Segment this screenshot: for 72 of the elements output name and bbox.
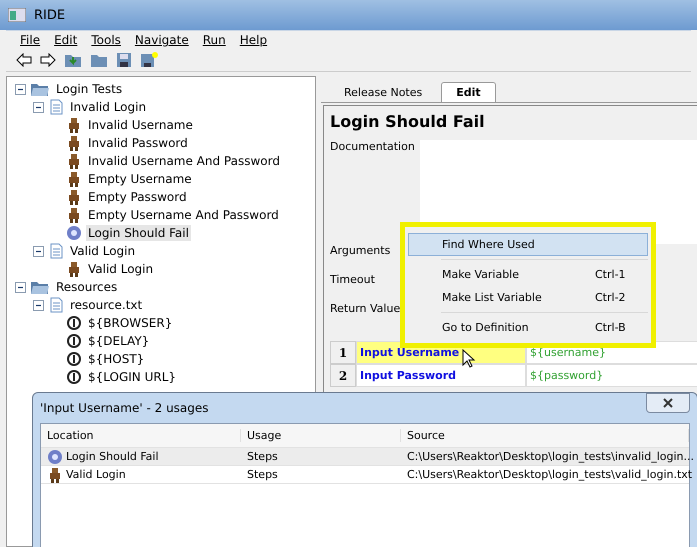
tree-item[interactable]: Empty Username: [86, 171, 194, 187]
row-number: 2: [330, 364, 356, 387]
location-text: Valid Login: [66, 468, 126, 481]
location-text: Login Should Fail: [66, 450, 159, 463]
menu-item[interactable]: Navigate: [134, 33, 189, 47]
menu-item[interactable]: Run: [202, 33, 226, 47]
menu-item[interactable]: Go to Definition Ctrl-B: [408, 316, 648, 339]
menu-item[interactable]: File: [20, 33, 40, 47]
menu-item[interactable]: Tools: [91, 33, 121, 47]
column-header[interactable]: Usage: [241, 429, 401, 442]
tree-item[interactable]: ${BROWSER}: [86, 315, 174, 331]
field-label: Arguments: [330, 244, 392, 257]
robot-icon: [66, 207, 82, 223]
column-header[interactable]: Location: [41, 429, 241, 442]
window-title: RIDE: [34, 8, 66, 22]
tab[interactable]: Edit: [441, 82, 496, 102]
close-icon: [663, 398, 673, 408]
field-label: Return Value: [330, 302, 402, 315]
close-button[interactable]: [646, 393, 690, 413]
row-number: 1: [330, 341, 356, 364]
menu-item[interactable]: Edit: [54, 33, 78, 47]
collapse-toggle[interactable]: [15, 282, 26, 292]
save-all-icon[interactable]: [140, 52, 158, 68]
save-icon[interactable]: [116, 52, 132, 68]
tree-item[interactable]: ${LOGIN URL}: [86, 369, 178, 385]
menu-item[interactable]: Make List Variable Ctrl-2: [408, 286, 648, 309]
usage-cell-text: Steps: [246, 468, 279, 481]
back-arrow-icon[interactable]: [16, 53, 32, 67]
collapse-toggle[interactable]: [33, 246, 44, 256]
tree-item[interactable]: Invalid Username: [86, 117, 195, 133]
robot-icon: [66, 153, 82, 169]
robot-icon: [66, 261, 82, 277]
collapse-toggle[interactable]: [33, 102, 44, 112]
collapse-toggle[interactable]: [15, 84, 26, 94]
folder-icon[interactable]: [90, 52, 108, 68]
robot-icon: [66, 171, 82, 187]
document-icon: [48, 297, 64, 313]
robot-icon: [47, 466, 63, 482]
open-folder-icon[interactable]: [64, 52, 82, 68]
tree-item[interactable]: Empty Username And Password: [86, 207, 281, 223]
collapse-toggle[interactable]: [33, 300, 44, 310]
app-icon: [8, 8, 26, 22]
folder-icon: [30, 81, 50, 97]
folder-icon: [30, 279, 50, 295]
tree-item[interactable]: Login Should Fail: [86, 225, 191, 241]
tree-item[interactable]: Login Tests: [54, 81, 124, 97]
menu-item[interactable]: Find Where Used: [408, 233, 648, 256]
tree-item[interactable]: ${DELAY}: [86, 333, 152, 349]
field-label: Timeout: [330, 273, 376, 286]
forward-arrow-icon[interactable]: [40, 53, 56, 67]
robot-icon: [66, 117, 82, 133]
tree-item[interactable]: Invalid Password: [86, 135, 190, 151]
keyword-title: Login Should Fail: [330, 112, 486, 132]
keyword-cell[interactable]: Input Password: [356, 364, 526, 387]
robot-icon: [66, 135, 82, 151]
menu-item[interactable]: Help: [240, 33, 268, 47]
tree-item[interactable]: Invalid Login: [68, 99, 148, 115]
tree-item[interactable]: ${HOST}: [86, 351, 146, 367]
dialog-title: 'Input Username' - 2 usages: [40, 401, 209, 415]
mouse-cursor-icon: [462, 349, 476, 369]
usage-cell-text: Steps: [246, 450, 279, 463]
tree-item[interactable]: Valid Login: [68, 243, 138, 259]
tree-item[interactable]: Resources: [54, 279, 120, 295]
document-icon: [48, 243, 64, 259]
document-icon: [48, 99, 64, 115]
column-header[interactable]: Source: [401, 429, 689, 442]
menu-item[interactable]: Make Variable Ctrl-1: [408, 263, 648, 286]
tree-item[interactable]: resource.txt: [68, 297, 144, 313]
tree-item[interactable]: Invalid Username And Password: [86, 153, 282, 169]
tree-item[interactable]: Valid Login: [86, 261, 156, 277]
robot-icon: [66, 189, 82, 205]
tree-item[interactable]: Empty Password: [86, 189, 189, 205]
